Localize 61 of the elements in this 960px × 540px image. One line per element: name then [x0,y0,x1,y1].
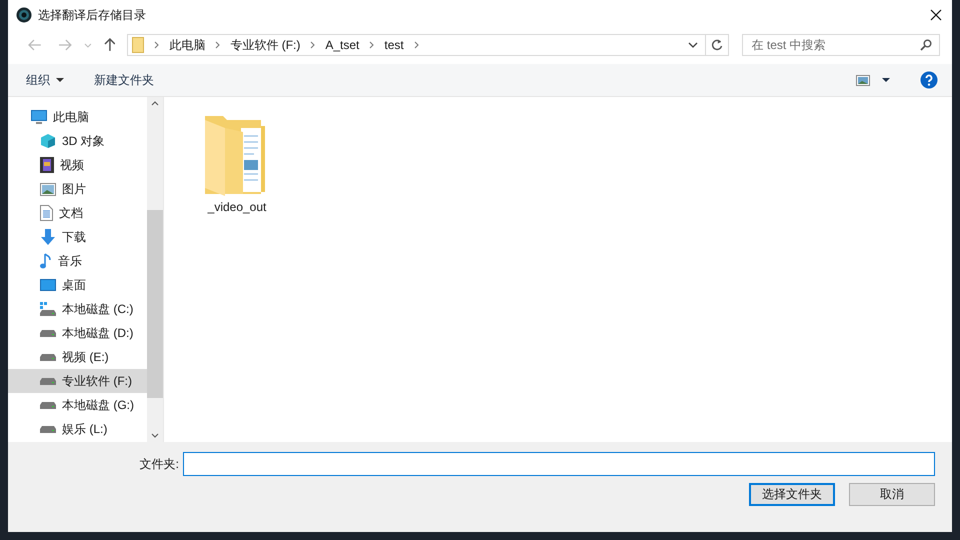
drive-icon [40,378,56,384]
window-title: 选择翻译后存储目录 [38,6,146,24]
drive-icon [40,330,56,336]
breadcrumb-item[interactable]: A_tset [325,38,360,52]
sidebar-item[interactable]: 视频 (E:) [8,345,147,369]
drive-icon [40,354,56,360]
drive-icon [40,426,56,432]
refresh-icon[interactable] [710,38,723,52]
organize-menu-button[interactable]: 组织 [18,68,72,92]
sidebar-item[interactable]: 下载 [8,225,147,249]
sidebar-item[interactable]: 桌面 [8,273,147,297]
sidebar-item[interactable]: 音乐 [8,249,147,273]
sidebar-item[interactable]: 专业软件 (F:) [8,369,147,393]
picture-icon[interactable] [856,74,870,86]
chevron-right-icon[interactable] [310,41,316,49]
chevron-right-icon[interactable] [215,41,220,49]
breadcrumb-item[interactable]: test [384,38,404,52]
sidebar-item[interactable]: 视频 [8,153,147,177]
sidebar-item[interactable]: 本地磁盘 (C:) [8,297,147,321]
sidebar-item[interactable]: 此电脑 [8,105,147,129]
chevron-up-icon[interactable] [151,101,159,106]
breadcrumb-item[interactable]: 专业软件 (F:) [230,36,300,54]
sidebar-item[interactable]: 本地磁盘 (G:) [8,393,147,417]
sidebar-item[interactable]: 娱乐 (L:) [8,417,147,441]
picture-icon [40,182,56,196]
monitor-icon [31,110,47,124]
select-folder-button[interactable]: 选择文件夹 [749,483,835,506]
folder-icon [132,37,144,53]
breadcrumb-item[interactable]: 此电脑 [169,36,206,54]
caret-icon[interactable] [882,78,890,82]
new-folder-button[interactable]: 新建文件夹 [86,68,162,92]
folder-input-field[interactable] [183,452,935,476]
sidebar-item[interactable]: 图片 [8,177,147,201]
chevron-right-icon[interactable] [414,41,419,49]
desktop-icon [40,279,56,291]
search-field[interactable]: 在 test 中搜索 [742,34,940,56]
folder-name[interactable]: _video_out [208,200,266,214]
music-note-icon [40,253,52,269]
scrollbar[interactable] [147,97,163,442]
cancel-button[interactable]: 取消 [849,483,935,506]
down-arrow-icon [40,229,56,245]
search-icon [920,39,932,51]
field-label: 文件夹: [140,456,179,472]
document-icon [40,205,53,221]
sidebar-item[interactable]: 3D 对象 [8,129,147,153]
chevron-right-icon[interactable] [154,41,160,49]
caret-icon [56,78,64,82]
chevron-down-icon[interactable] [688,42,698,48]
app-icon [16,7,32,23]
sidebar-item[interactable]: 本地磁盘 (D:) [8,321,147,345]
drive-icon [40,402,56,408]
help-icon[interactable] [920,71,938,89]
chevron-down-icon[interactable] [151,433,159,438]
cube-icon [40,133,56,149]
film-icon [40,157,54,173]
sidebar-item[interactable]: 文档 [8,201,147,225]
drive-icon [40,302,56,316]
up-arrow-icon[interactable] [104,38,116,52]
chevron-right-icon[interactable] [369,41,374,49]
close-icon[interactable] [930,9,942,21]
address-bar[interactable]: 此电脑 专业软件 (F:) A_tset test [127,34,729,56]
